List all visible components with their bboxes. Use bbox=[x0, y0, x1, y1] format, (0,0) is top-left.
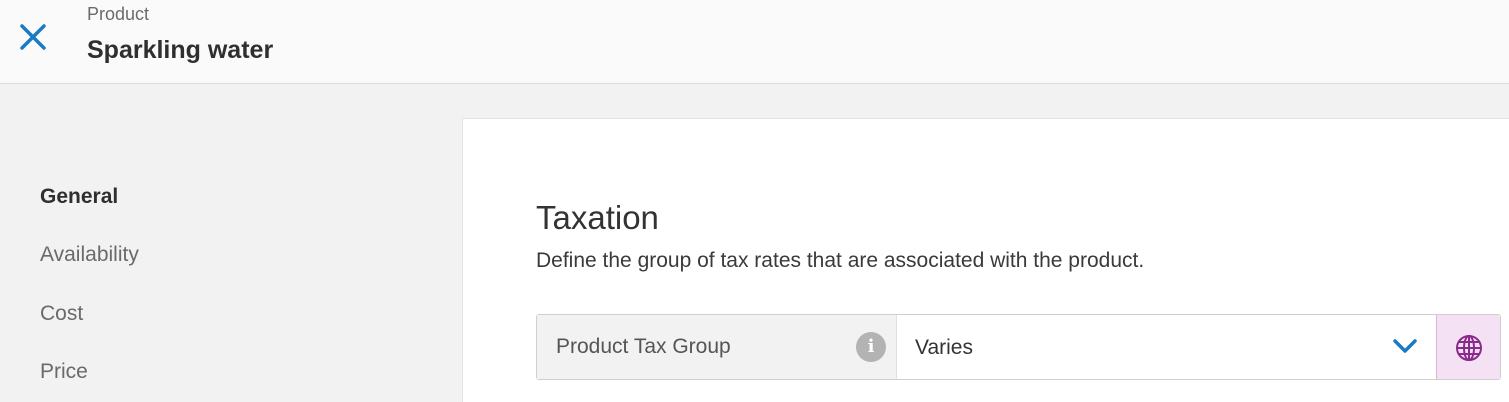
select-value: Varies bbox=[915, 336, 973, 359]
top-bar: Product Sparkling water bbox=[0, 0, 1509, 84]
close-button[interactable] bbox=[18, 22, 48, 52]
tax-group-select[interactable]: Varies bbox=[897, 315, 1436, 379]
globe-icon bbox=[1456, 335, 1482, 361]
field-label-box: Product Tax Group i bbox=[537, 315, 897, 379]
sidebar-nav: General Availability Cost Price bbox=[0, 85, 462, 402]
sidebar-item-general[interactable]: General bbox=[40, 185, 118, 209]
localize-button[interactable] bbox=[1436, 315, 1500, 379]
field-label: Product Tax Group bbox=[556, 335, 731, 358]
breadcrumb: Product bbox=[87, 4, 150, 24]
sidebar-item-price[interactable]: Price bbox=[40, 360, 88, 384]
sidebar-item-availability[interactable]: Availability bbox=[40, 243, 139, 267]
close-icon bbox=[20, 24, 46, 50]
chevron-down-icon bbox=[1393, 339, 1417, 353]
sidebar-item-cost[interactable]: Cost bbox=[40, 302, 83, 326]
main-panel: Taxation Define the group of tax rates t… bbox=[462, 118, 1509, 402]
product-tax-group-field: Product Tax Group i Varies bbox=[536, 314, 1501, 380]
info-icon[interactable]: i bbox=[856, 332, 886, 362]
section-description: Define the group of tax rates that are a… bbox=[536, 249, 1145, 272]
page-title: Sparkling water bbox=[87, 36, 274, 64]
section-title: Taxation bbox=[536, 199, 659, 236]
